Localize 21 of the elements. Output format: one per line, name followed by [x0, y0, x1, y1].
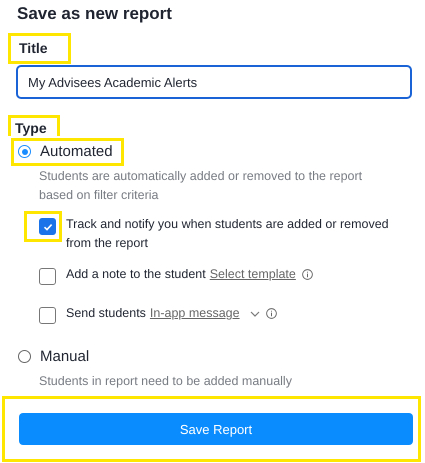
caret-icon[interactable] [250, 310, 260, 316]
option-label[interactable]: Automated [40, 143, 113, 160]
checkbox[interactable] [39, 307, 56, 324]
field-label: Title [8, 33, 71, 64]
info-icon[interactable] [302, 269, 313, 280]
radio-button[interactable] [18, 350, 31, 363]
template-link[interactable]: In-app message [150, 304, 240, 323]
checkbox[interactable] [39, 268, 56, 285]
title-input-field[interactable]: My Advisees Academic Alerts [16, 65, 412, 99]
template-link[interactable]: Select template [210, 265, 296, 284]
option-label[interactable]: Manual [40, 348, 90, 365]
checkbox-label: Track and notify you when students are added or removed from the report [66, 216, 390, 252]
checkbox-label: Add a note to the student [66, 266, 206, 283]
section-label: Type [8, 115, 60, 136]
radio-button[interactable] [18, 145, 31, 158]
option-description: Students are automatically added or removed to the report based on filter criteria [39, 168, 364, 204]
checkbox-label: Send students [66, 305, 146, 322]
option-description: Students in report need to be added manually [39, 373, 293, 390]
info-icon[interactable] [266, 308, 277, 319]
dialog-title: Save as new report [17, 3, 173, 25]
checkbox[interactable] [39, 218, 56, 235]
